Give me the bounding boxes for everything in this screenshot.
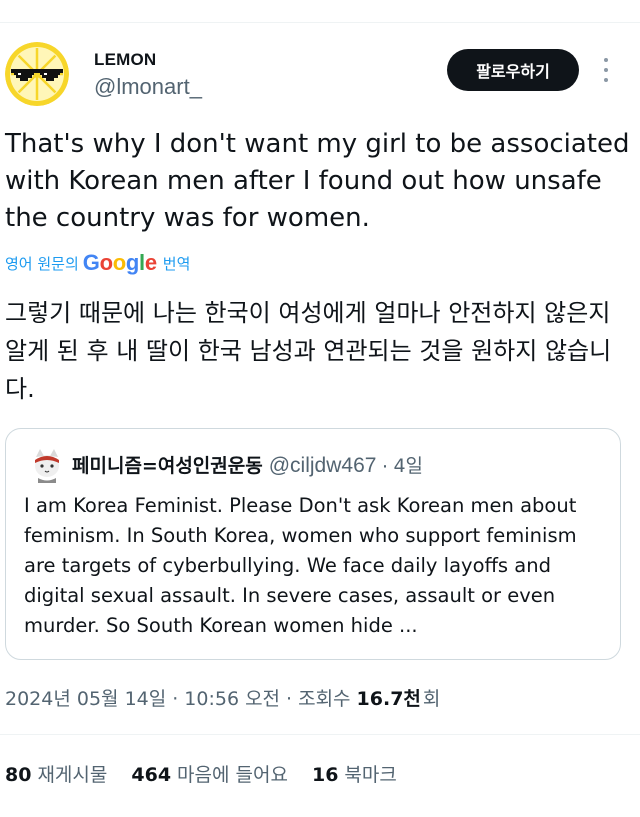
bookmarks-stat[interactable]: 16 북마크 xyxy=(312,760,397,787)
quote-header: 페미니즘=여성인권운동 @ciljdw467 · 4일 xyxy=(72,451,423,478)
bookmarks-count: 16 xyxy=(311,764,339,786)
translate-link[interactable]: 영어 원문의 Google 번역 xyxy=(5,250,190,276)
stats-divider xyxy=(0,734,640,735)
reposts-stat[interactable]: 80 재게시물 xyxy=(5,760,107,787)
tweet-text: That's why I don't want my girl to be as… xyxy=(5,129,630,233)
reposts-count: 80 xyxy=(5,764,32,786)
author-handle[interactable]: @lmonart_ xyxy=(94,74,202,100)
views-prefix: 조회수 xyxy=(298,688,351,710)
bookmarks-label: 북마크 xyxy=(344,764,397,786)
translated-text: 그렇기 때문에 나는 한국이 여성에게 얼마나 안전하지 않은지 알게 된 후 … xyxy=(5,299,612,403)
likes-stat[interactable]: 464 마음에 들어요 xyxy=(131,760,288,787)
tweet-time[interactable]: 10:56 오전 xyxy=(184,684,280,711)
likes-count: 464 xyxy=(131,764,172,786)
quote-text: I am Korea Feminist. Please Don't ask Ko… xyxy=(24,494,577,637)
translate-prefix: 영어 원문의 xyxy=(5,254,79,273)
engagement-stats: 80 재게시물 464 마음에 들어요 16 북마크 xyxy=(5,760,421,787)
quoted-tweet-card[interactable]: 페미니즘=여성인권운동 @ciljdw467 · 4일 I am Korea F… xyxy=(5,428,621,660)
quote-separator: · xyxy=(381,454,389,477)
views-count: 16.7천 xyxy=(356,688,421,710)
author-name[interactable]: LEMON xyxy=(94,50,156,70)
tweet-date[interactable]: 2024년 05월 14일 xyxy=(5,684,166,711)
meta-separator: · xyxy=(172,688,179,710)
top-divider xyxy=(0,22,640,23)
google-logo: Google xyxy=(82,250,157,275)
more-options-button[interactable] xyxy=(596,55,616,85)
quote-author-name[interactable]: 페미니즘=여성인권운동 xyxy=(72,451,263,478)
quote-timestamp[interactable]: 4일 xyxy=(393,451,423,478)
author-avatar[interactable] xyxy=(5,42,69,106)
meta-separator: · xyxy=(286,688,293,710)
lemon-sunglasses-avatar-icon xyxy=(5,42,69,106)
likes-label: 마음에 들어요 xyxy=(177,764,288,786)
quote-author-avatar[interactable] xyxy=(29,447,65,483)
reposts-label: 재게시물 xyxy=(37,764,108,786)
cat-avatar-icon xyxy=(35,449,59,483)
follow-button[interactable]: 팔로우하기 xyxy=(447,49,579,91)
quote-author-handle[interactable]: @ciljdw467 xyxy=(269,454,377,478)
more-dots-icon xyxy=(604,58,608,62)
translate-suffix: 번역 xyxy=(162,254,191,273)
tweet-meta: 2024년 05월 14일 · 10:56 오전 · 조회수 16.7천 회 xyxy=(5,684,440,711)
views-suffix: 회 xyxy=(422,688,441,710)
